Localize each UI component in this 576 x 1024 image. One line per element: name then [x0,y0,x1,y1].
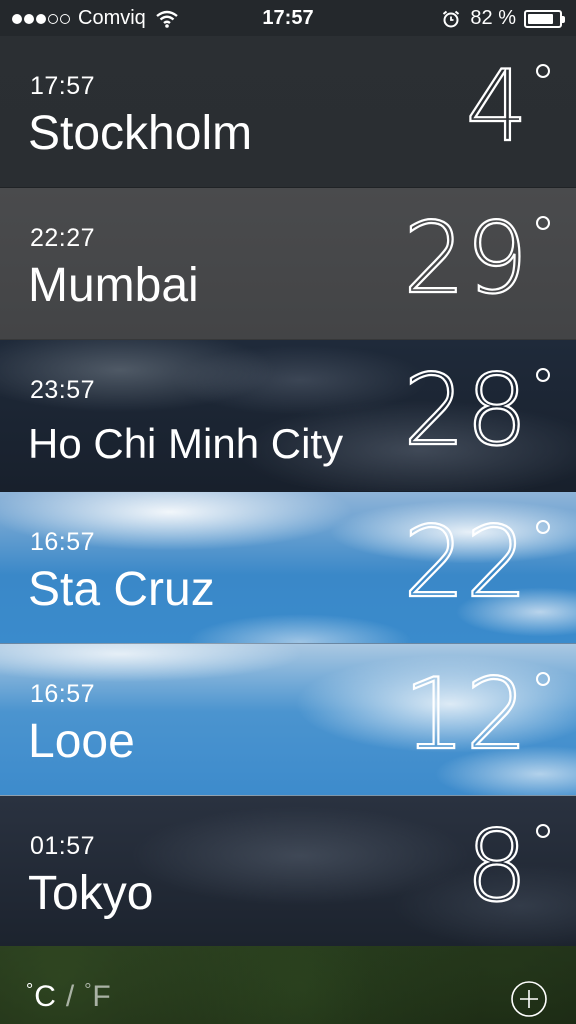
status-bar-right: 82 % [442,7,565,30]
degree-icon [536,672,550,686]
unit-toggle: ° C / ° F [26,980,111,1014]
city-name: Sta Cruz [28,563,215,616]
bottom-toolbar: ° C / ° F [0,946,576,1024]
celsius-button[interactable]: ° C [26,980,56,1014]
battery-fill [528,13,553,24]
city-temperature: 8 [465,810,530,924]
city-name: Tokyo [28,867,154,920]
degree-icon [536,368,550,382]
city-temperature: 28 [402,354,529,468]
city-name: Stockholm [28,107,253,160]
battery-icon [524,9,565,28]
degree-symbol: ° [84,980,92,1000]
city-local-time: 17:57 [30,72,96,100]
city-local-time: 22:27 [30,224,96,252]
city-list: 17:57 Stockholm 4 22:27 Mumbai 29 23:57 … [0,36,576,948]
degree-icon [536,824,550,838]
city-temperature: 29 [402,202,529,316]
city-name: Looe [28,715,135,768]
city-row-looe[interactable]: 16:57 Looe 12 [0,644,576,796]
city-local-time: 16:57 [30,680,96,708]
city-name: Ho Chi Minh City [28,420,344,467]
unit-separator: / [65,980,75,1013]
battery-percentage: 82 % [470,7,516,29]
city-row-sta-cruz[interactable]: 16:57 Sta Cruz 22 [0,492,576,644]
weather-app-screen: Comviq 17:57 82 % 17:57 Stockholm 4 22:2… [0,0,576,1024]
city-local-time: 16:57 [30,528,96,556]
alarm-clock-icon [443,10,460,27]
plus-circle-icon[interactable] [510,980,548,1018]
city-row-mumbai[interactable]: 22:27 Mumbai 29 [0,188,576,340]
city-temperature: 12 [402,658,529,772]
city-temperature: 4 [465,50,530,164]
city-local-time: 23:57 [30,376,96,404]
city-temperature: 22 [402,506,529,620]
status-bar: Comviq 17:57 82 % [0,0,576,36]
city-row-tokyo[interactable]: 01:57 Tokyo 8 [0,796,576,948]
degree-icon [536,64,550,78]
degree-icon [536,520,550,534]
celsius-label: C [34,980,56,1013]
fahrenheit-label: F [92,980,111,1013]
city-local-time: 01:57 [30,832,96,860]
city-row-stockholm[interactable]: 17:57 Stockholm 4 [0,36,576,188]
fahrenheit-button[interactable]: ° F [84,980,111,1014]
city-row-ho-chi-minh-city[interactable]: 23:57 Ho Chi Minh City 28 [0,340,576,492]
city-name: Mumbai [28,259,199,312]
degree-icon [536,216,550,230]
degree-symbol: ° [26,980,34,1000]
